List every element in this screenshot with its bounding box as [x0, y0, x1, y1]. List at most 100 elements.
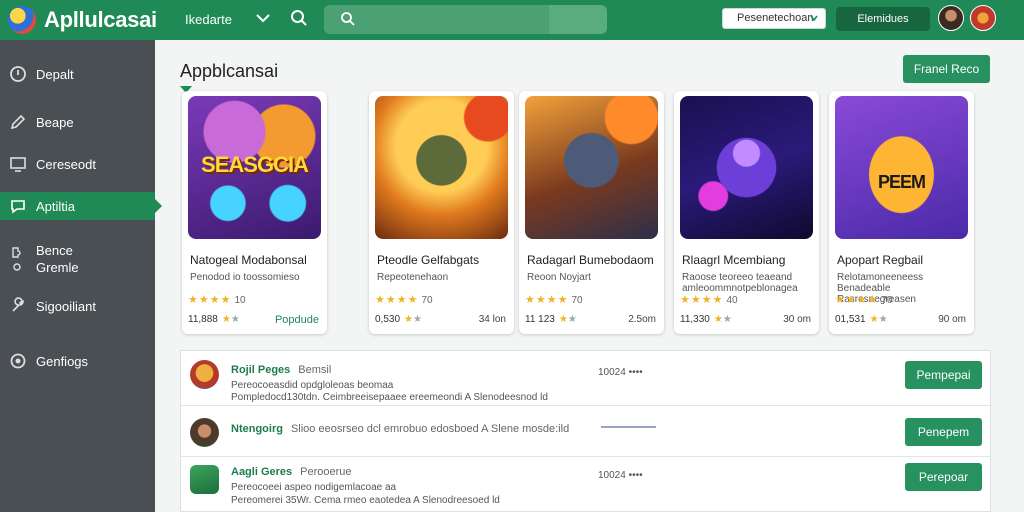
app-size: 34 lon	[478, 314, 506, 325]
app-artwork-title: SEASGCIA	[201, 152, 309, 177]
list-item[interactable]: Rojil Peges Bemsil Pereocoeasdid opdglole…	[181, 351, 990, 406]
app-meta: 01,531 ★★	[835, 314, 888, 325]
list-item-time: 10024 ••••	[598, 470, 643, 481]
sidebar-item-5[interactable]: Bence Gremle	[0, 240, 155, 276]
list-item-title: Aagli Geres Perooerue	[231, 466, 352, 478]
app-icon	[190, 465, 219, 494]
list-item-name: Rojil Peges	[231, 364, 291, 376]
download-count: 11,330	[680, 314, 710, 325]
app-card[interactable]: Rlaagrl Mcembiang Raoose teoreeo teaeand…	[674, 91, 819, 334]
sidebar: Depalt Beape Cereseodt Aptiltia Bence Gr…	[0, 40, 162, 512]
list-item-desc: Pereomerei 35Wr. Cema rmeo eaotedea A Sl…	[231, 495, 500, 506]
app-size: 90 om	[938, 314, 966, 325]
download-count: 11,888	[188, 314, 218, 325]
list-item-button[interactable]: Penepem	[905, 418, 982, 446]
page-title: Appblcansai	[180, 61, 279, 81]
list-item-divider	[601, 426, 656, 428]
list-item-desc: Pompledocd130tdn. Ceimbreeisepaaee ereem…	[231, 392, 548, 403]
header-action-button[interactable]: Franel Reco	[903, 55, 990, 83]
list-item-name: Ntengoirg	[231, 423, 283, 435]
app-size: 2.5om	[628, 314, 656, 325]
sidebar-item-6[interactable]: Sigooiliant	[0, 292, 155, 320]
app-meta: 11 123 ★★	[525, 314, 577, 325]
app-artwork	[375, 96, 508, 239]
list-item-title: Rojil Peges Bemsil	[231, 364, 331, 376]
app-artwork	[680, 96, 813, 239]
profile-avatar[interactable]	[970, 5, 996, 31]
app-card[interactable]: PEEM Apopart Regbail Relotamoneeneess Be…	[829, 91, 974, 334]
filter-select[interactable]: Pesenetechoan	[722, 8, 826, 29]
sidebar-item-2[interactable]: Beape	[0, 108, 155, 136]
top-action-button[interactable]: Elemidues	[836, 7, 930, 31]
top-bar: Apllulcasai Ikedarte Pesenetechoan Elemi…	[0, 0, 1024, 40]
list-item[interactable]: Aagli Geres Perooerue Pereocoeei aspeo no…	[181, 457, 990, 512]
sidebar-item-1[interactable]: Depalt	[0, 60, 155, 88]
app-size: Popdude	[274, 314, 319, 326]
star-rating: ★★★★ 10	[188, 294, 246, 306]
list-item-button[interactable]: Pempepai	[905, 361, 982, 389]
sidebar-item-3[interactable]: Cereseodt	[0, 150, 155, 178]
pencil-icon	[10, 114, 26, 130]
list-item-tag: Slioo eeosrseo dcl emrobuo edosboed A Sl…	[290, 423, 570, 435]
sidebar-item-label: Bence Gremle	[36, 243, 79, 275]
sidebar-item-label: Aptiltia	[36, 199, 76, 214]
list-item-desc: Pereocoeei aspeo nodigemlacoae aa	[231, 482, 397, 493]
list-item-tag: Perooerue	[300, 466, 352, 478]
app-artwork: PEEM	[835, 96, 968, 239]
app-artwork	[525, 96, 658, 239]
app-meta: 0,530 ★★	[375, 314, 422, 325]
wrench-icon	[12, 297, 25, 312]
rating-value: 70	[421, 295, 433, 306]
download-count: 01,531	[835, 314, 866, 325]
app-card[interactable]: SEASGCIA Natogeal Modabonsal Penodod io …	[182, 91, 327, 334]
app-icon	[190, 360, 219, 389]
rating-value: 40	[726, 295, 738, 306]
app-name: Radagarl Bumebodaom	[527, 253, 654, 267]
list-item-time: 10024 ••••	[598, 367, 643, 378]
list-item-desc: Pereocoeasdid opdgloleoas beomaa	[231, 380, 394, 391]
list-item-name: Aagli Geres	[231, 466, 293, 478]
settings-icon	[10, 353, 26, 369]
download-count: 11 123	[525, 314, 555, 325]
app-description: Raoose teoreeo teaeand amleoommnotpeblon…	[682, 272, 798, 294]
search-input[interactable]	[364, 9, 594, 30]
puzzle-icon	[12, 247, 21, 271]
rating-value: 10	[234, 295, 246, 306]
chevron-down-icon[interactable]	[254, 9, 272, 27]
sidebar-item-4[interactable]: Aptiltia	[0, 192, 162, 220]
user-avatar[interactable]	[938, 5, 964, 31]
top-nav-link[interactable]: Ikedarte	[185, 12, 232, 27]
app-logo-icon[interactable]	[8, 6, 36, 34]
app-card[interactable]: Pteodle Gelfabgats Repeotenehaon ★★★★ 70 …	[369, 91, 514, 334]
sidebar-item-7[interactable]: Genfiogs	[0, 347, 155, 375]
app-meta: 11,888 ★★	[188, 314, 240, 325]
app-icon	[190, 418, 219, 447]
app-artwork: SEASGCIA	[188, 96, 321, 239]
list-item-tag: Bemsil	[298, 364, 332, 376]
list-item-button[interactable]: Perepoar	[905, 463, 982, 491]
app-name: Rlaagrl Mcembiang	[682, 253, 786, 267]
rating-value: 70	[571, 295, 583, 306]
app-name: Apopart Regbail	[837, 253, 924, 267]
star-rating: ★★★★ 70	[835, 294, 893, 306]
dashboard-icon	[10, 66, 26, 82]
search-icon[interactable]	[290, 9, 308, 27]
search-box[interactable]	[324, 5, 607, 34]
app-name: Natogeal Modabonsal	[190, 253, 307, 267]
app-description: Penodod io toossomieso	[190, 272, 300, 283]
app-meta: 11,330 ★★	[680, 314, 732, 325]
star-rating: ★★★★ 70	[525, 294, 583, 306]
app-name: Pteodle Gelfabgats	[377, 253, 480, 267]
app-description: Reoon Noyjart	[527, 272, 591, 283]
sidebar-item-label: Sigooiliant	[36, 299, 96, 314]
app-card[interactable]: Radagarl Bumebodaom Reoon Noyjart ★★★★ 70…	[519, 91, 664, 334]
list-item-title: Ntengoirg Slioo eeosrseo dcl emrobuo edos…	[231, 423, 569, 435]
download-count: 0,530	[375, 314, 401, 325]
app-artwork-title: PEEM	[877, 172, 926, 192]
monitor-icon	[10, 157, 26, 172]
chevron-down-icon	[810, 15, 818, 22]
search-icon	[341, 12, 355, 26]
list-item[interactable]: Ntengoirg Slioo eeosrseo dcl emrobuo edos…	[181, 406, 990, 457]
app-size: 30 om	[783, 314, 811, 325]
app-description: Repeotenehaon	[377, 272, 449, 283]
